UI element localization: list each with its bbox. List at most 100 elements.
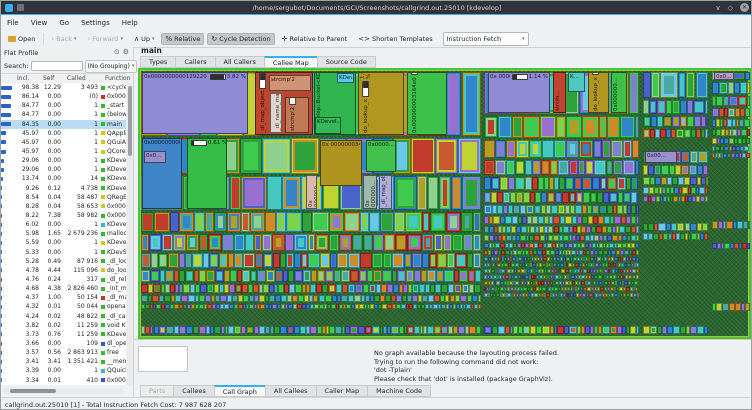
table-vertical-scrollbar[interactable] [127,83,133,385]
treemap-cell[interactable] [673,326,680,334]
table-row[interactable]: 3.413.411 351 421__memcpy... [1,357,126,366]
treemap-cell[interactable] [473,212,481,232]
treemap-cell[interactable] [523,326,530,334]
treemap-cell[interactable] [658,223,666,231]
relative-to-parent-toggle[interactable]: ✛ Relative to Parent [278,33,352,45]
treemap-cell[interactable] [170,212,179,232]
treemap-cell[interactable] [234,326,241,334]
treemap-cell[interactable] [412,253,422,268]
treemap-cell[interactable] [484,140,495,158]
treemap-cell[interactable] [394,212,404,232]
event-type-select[interactable]: Instruction Fetch ▾ [443,32,529,46]
treemap-cell[interactable] [312,212,329,232]
treemap-cell[interactable] [407,234,421,251]
cycle-detection-toggle[interactable]: ↻ Cycle Detection [207,33,274,45]
treemap-cell[interactable] [162,234,173,251]
treemap-cell[interactable] [716,96,723,106]
treemap-cell[interactable] [179,326,186,334]
minimize-button[interactable]: ∨ [715,4,720,12]
treemap-cell[interactable] [350,270,359,282]
treemap-cell[interactable] [192,253,203,268]
treemap-cell[interactable] [199,234,208,251]
treemap-cell[interactable] [636,257,638,261]
treemap-function-block[interactable]: K... [568,72,585,92]
treemap-cell[interactable] [230,176,241,210]
column-self[interactable]: Self [43,75,54,82]
treemap-cell[interactable] [315,234,329,251]
column-incl[interactable]: Incl. [17,75,29,82]
treemap-cell[interactable] [562,192,569,203]
treemap-cell[interactable] [574,177,582,190]
treemap-cell[interactable] [696,72,708,98]
menu-settings[interactable]: Settings [75,17,116,29]
treemap-cell[interactable] [578,160,585,175]
treemap-cell[interactable] [690,326,698,334]
treemap-cell[interactable] [473,234,481,251]
table-row[interactable]: 45.970.001QCoreAppl... [1,147,126,156]
treemap-cell[interactable] [434,326,441,334]
treemap-cell[interactable] [369,284,377,293]
treemap-cell[interactable] [515,160,525,175]
treemap-cell[interactable] [186,234,199,251]
treemap-cell[interactable] [729,96,738,106]
treemap-cell[interactable] [395,234,407,251]
treemap-cell[interactable] [516,192,523,203]
treemap-cell[interactable] [661,165,669,175]
treemap-cell[interactable] [339,234,351,251]
treemap-cell[interactable] [257,270,266,282]
treemap-function-block[interactable]: strcmp'2 [269,75,311,91]
treemap-cell[interactable] [316,284,323,293]
treemap-cell[interactable] [579,140,592,158]
treemap-function-block[interactable]: 0x 0000000340 34be8 [320,140,362,186]
treemap-cell[interactable] [414,270,421,282]
treemap-cell[interactable] [185,270,194,282]
treemap-function-block[interactable]: 0x 00000000001292201.14 % [488,72,550,113]
treemap-cell[interactable] [705,100,708,114]
treemap-cell[interactable] [508,177,515,190]
treemap-cell[interactable] [286,212,302,232]
treemap-cell[interactable] [348,284,355,293]
treemap-cell[interactable] [429,253,437,268]
table-row[interactable]: 8.540.0458 487QRegExp::... [1,193,126,202]
treemap-cell[interactable] [294,270,303,282]
treemap-cell[interactable] [430,212,446,232]
treemap-cell[interactable] [203,253,210,268]
treemap-cell[interactable] [427,270,436,282]
treemap-cell[interactable] [745,303,749,311]
treemap-cell[interactable] [694,116,701,127]
treemap-cell[interactable] [565,177,574,190]
treemap-function-block[interactable]: 0x 000000... [306,175,317,209]
treemap-cell[interactable] [219,253,228,268]
table-row[interactable]: 8.280.0458 6530x0000000... [1,202,126,211]
treemap-cell[interactable] [582,177,592,190]
table-row[interactable]: 98.3812.293 493<cycle 42> [1,83,126,92]
treemap-cell[interactable] [337,253,348,268]
treemap-cell[interactable] [747,129,750,136]
table-row[interactable]: 4.240.0248 822_dl_catch_... [1,312,126,321]
treemap-cell[interactable] [506,160,515,175]
treemap-cell[interactable] [188,295,195,302]
treemap-cell[interactable] [532,160,541,175]
treemap-cell[interactable] [266,270,276,282]
table-row[interactable]: 6.020.001KDevelop::... [1,220,126,229]
treemap-cell[interactable] [254,234,262,251]
treemap-cell[interactable] [555,192,562,203]
table-row[interactable]: 3.660.00109dl_open_w... [1,339,126,348]
treemap-cell[interactable] [684,129,691,138]
treemap-cell[interactable] [745,72,750,80]
open-button[interactable]: Open [4,33,39,45]
table-row[interactable]: 45.970.001QApplicati... [1,129,126,138]
treemap-cell[interactable] [310,326,317,334]
treemap-cell[interactable] [302,212,313,232]
treemap-cell[interactable] [623,160,634,175]
treemap-cell[interactable] [303,270,312,282]
treemap-cell[interactable] [677,223,685,231]
gear-icon[interactable]: ⚙ [123,48,129,56]
treemap-cell[interactable] [602,140,611,158]
treemap-cell[interactable] [291,138,319,174]
treemap-cell[interactable] [498,326,505,334]
treemap-cell[interactable] [523,192,530,203]
tab-call-graph[interactable]: Call Graph [214,385,265,397]
treemap-cell[interactable] [705,196,708,202]
treemap-cell[interactable] [746,153,750,158]
